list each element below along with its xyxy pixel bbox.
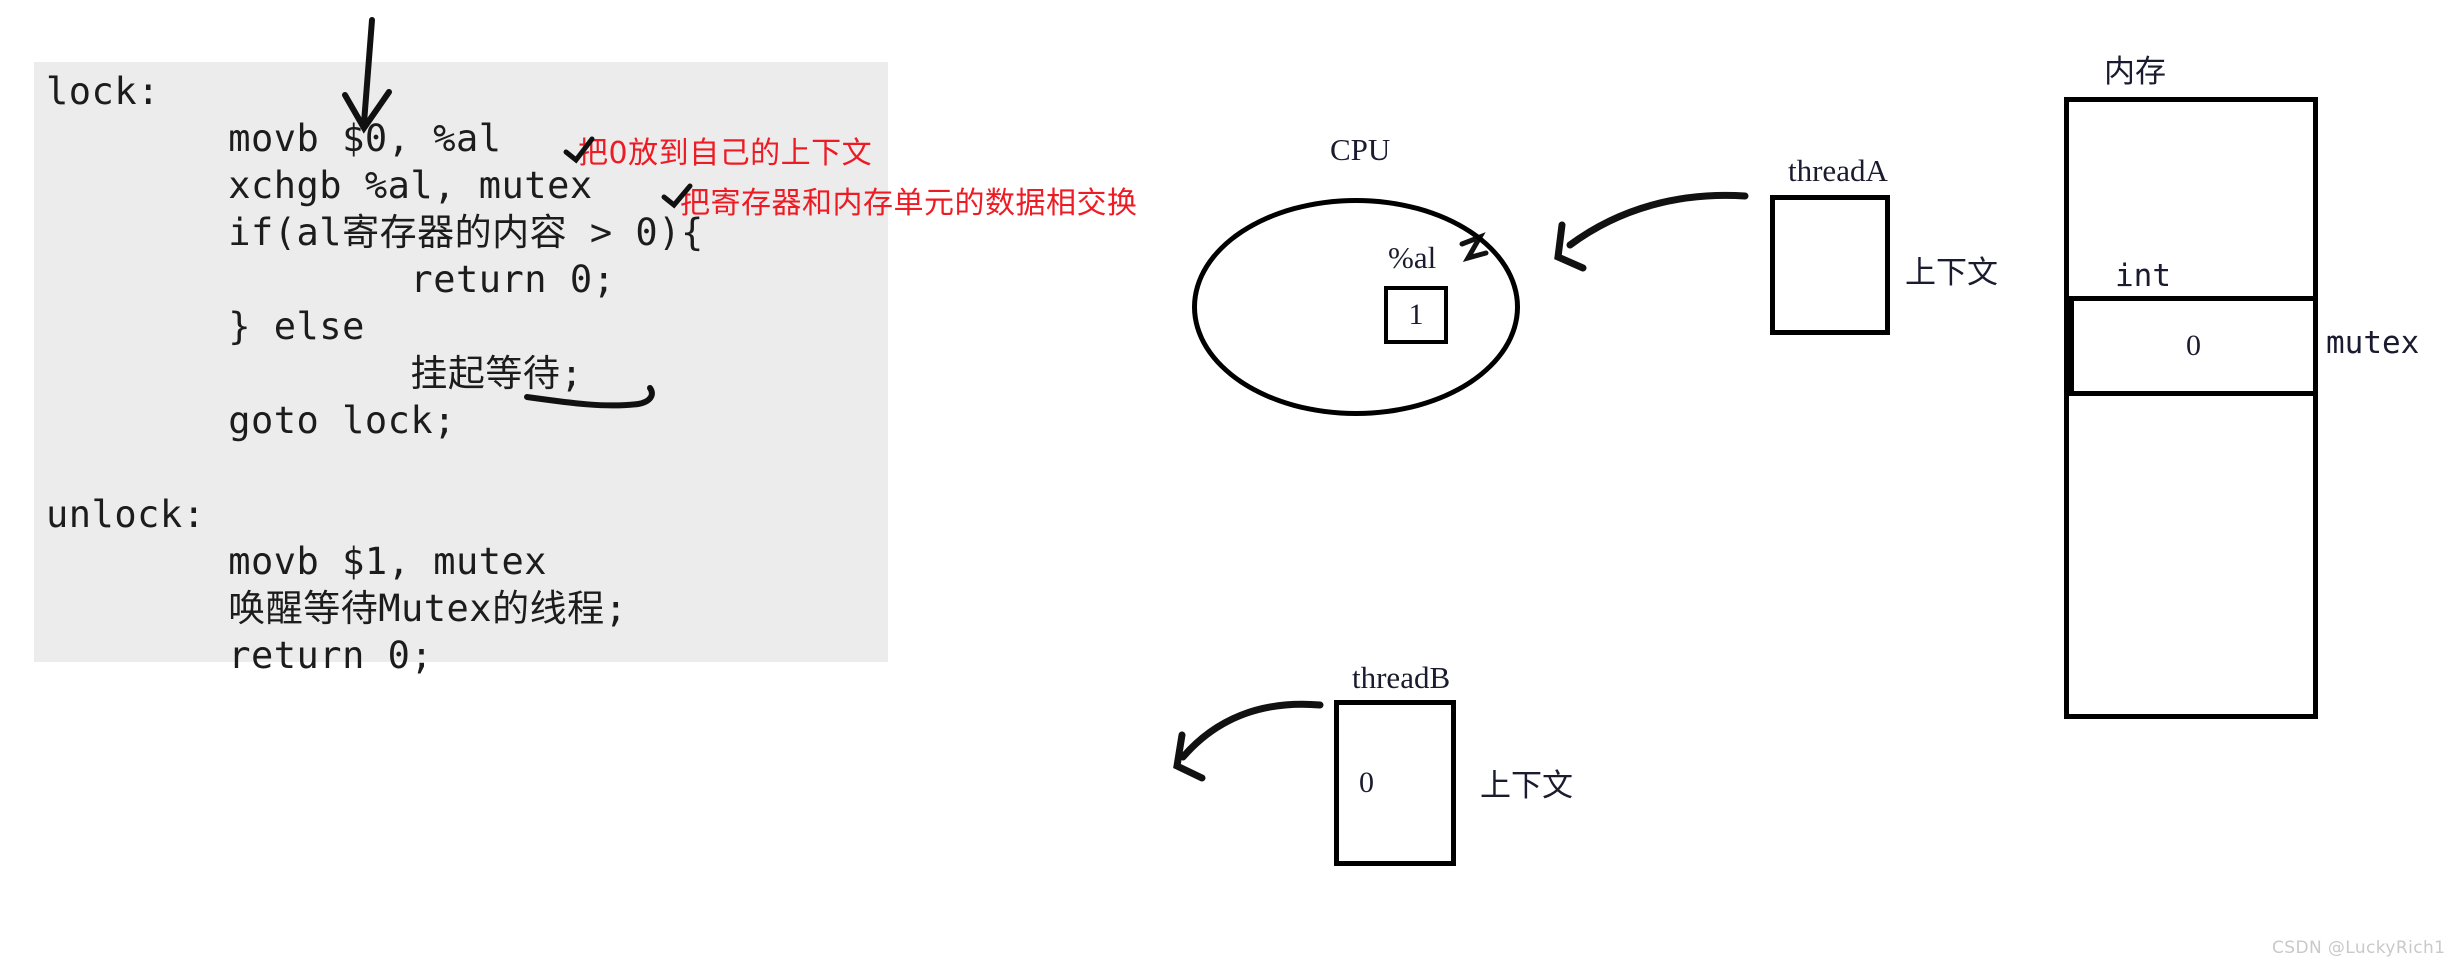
code-line: return 0; xyxy=(46,258,616,301)
memory-mutex-cell: 0 xyxy=(2069,296,2318,396)
code-line: 唤醒等待Mutex的线程; xyxy=(46,587,628,630)
cpu-register-label: %al xyxy=(1388,240,1437,275)
cpu-label: CPU xyxy=(1330,132,1391,167)
watermark: CSDN @LuckyRich1 xyxy=(2272,938,2446,958)
memory-type-label: int xyxy=(2115,258,2171,294)
thread-b-context-box: 0 xyxy=(1334,700,1456,866)
memory-label: 内存 xyxy=(2104,54,2166,90)
annotation-note-2: 把寄存器和内存单元的数据相交换 xyxy=(680,186,1138,221)
code-line: goto lock; xyxy=(46,399,456,442)
code-line: if(al寄存器的内容 > 0){ xyxy=(46,211,704,254)
thread-a-context-caption: 上下文 xyxy=(1905,255,1998,291)
arrow-threadA-to-cpu xyxy=(1554,191,1749,272)
thread-a-label: threadA xyxy=(1788,153,1888,188)
code-line: unlock: xyxy=(46,493,206,536)
cpu-oval xyxy=(1192,198,1520,416)
thread-b-label: threadB xyxy=(1352,660,1451,695)
thread-b-context-caption: 上下文 xyxy=(1480,768,1573,804)
memory-outer-box xyxy=(2064,97,2318,719)
memory-mutex-label: mutex xyxy=(2326,325,2420,361)
code-line: lock: xyxy=(46,70,160,113)
code-line: } else xyxy=(46,305,365,348)
code-line: return 0; xyxy=(46,634,434,677)
cpu-register-box: 1 xyxy=(1384,286,1448,344)
annotation-note-1: 把0放到自己的上下文 xyxy=(578,136,873,171)
code-line: 挂起等待; xyxy=(46,352,584,395)
diagram-canvas: 上下文 lock: movb $0, %al xchgb %al, mutex … xyxy=(0,0,2454,969)
code-line: movb $1, mutex xyxy=(46,540,548,583)
thread-a-context-box xyxy=(1770,195,1890,335)
arrow-threadB-left xyxy=(1173,700,1324,782)
